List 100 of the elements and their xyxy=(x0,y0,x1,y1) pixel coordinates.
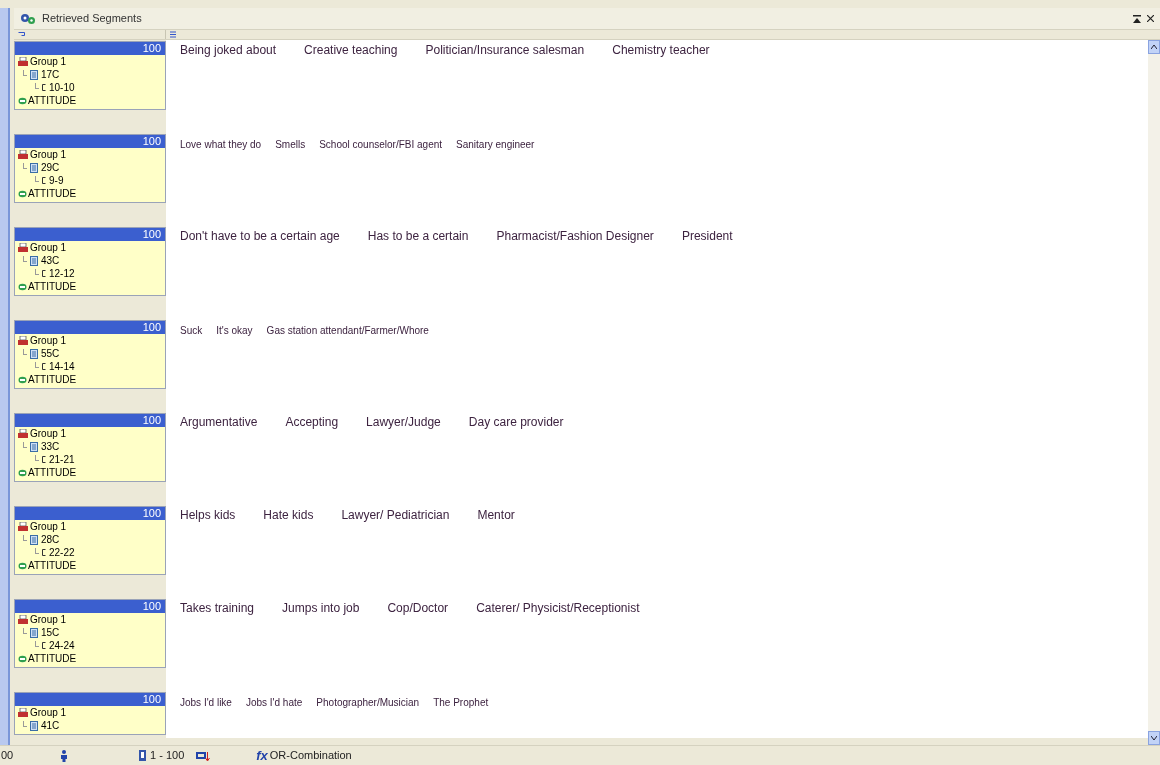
segment-text: Has to be a certain xyxy=(367,228,469,245)
segment-text: Pharmacist/Fashion Designer xyxy=(496,228,654,245)
weight-label: 100 xyxy=(142,42,161,55)
segment-text: Gas station attendant/Farmer/Whore xyxy=(266,324,429,338)
document-label: 17C xyxy=(41,68,60,81)
range-label: 14-14 xyxy=(49,360,75,373)
range-label: 21-21 xyxy=(49,453,75,466)
segment-text: Jobs I'd hate xyxy=(245,696,303,710)
printer-icon xyxy=(18,56,28,67)
scroll-up-button[interactable] xyxy=(1148,40,1160,54)
range-label: 9-9 xyxy=(49,174,64,187)
count-label: 00 xyxy=(0,748,15,764)
range-label: 10-10 xyxy=(49,81,75,94)
segment-info-card[interactable]: 100 Group 1 29C 9-9 ATTITUDE xyxy=(14,134,166,203)
range-status: 1 - 100 xyxy=(150,748,185,764)
segment-text: Don't have to be a certain age xyxy=(180,228,340,245)
code-icon xyxy=(18,375,27,384)
code-icon xyxy=(18,654,27,663)
code-label: ATTITUDE xyxy=(28,466,77,479)
group-label: Group 1 xyxy=(30,148,67,161)
segment-info-card[interactable]: 100 Group 1 33C 21-21 ATTITUDE xyxy=(14,413,166,482)
range-label: 12-12 xyxy=(49,267,75,280)
document-icon xyxy=(30,255,38,266)
code-label: ATTITUDE xyxy=(28,373,77,386)
document-label: 55C xyxy=(41,347,60,360)
filter-icon[interactable] xyxy=(138,750,147,761)
group-label: Group 1 xyxy=(30,427,67,440)
range-label: 24-24 xyxy=(49,639,75,652)
document-icon xyxy=(30,441,38,452)
segment-text: Photographer/Musician xyxy=(316,696,420,710)
code-icon xyxy=(18,282,27,291)
printer-icon xyxy=(18,521,28,532)
segment-text: Lawyer/Judge xyxy=(366,414,441,431)
segment-info-card[interactable]: 100 Group 1 28C 22-22 ATTITUDE xyxy=(14,506,166,575)
segment-text: School counselor/FBI agent xyxy=(319,138,443,152)
bracket-icon xyxy=(42,177,46,184)
code-icon xyxy=(18,468,27,477)
window-title: Retrieved Segments xyxy=(42,11,142,27)
segment-text: Hate kids xyxy=(263,507,314,524)
document-icon xyxy=(30,534,38,545)
document-icon xyxy=(30,348,38,359)
bracket-icon xyxy=(42,270,46,277)
bracket-icon xyxy=(42,84,46,91)
segment-text: Takes training xyxy=(180,600,255,617)
segment-text: Love what they do xyxy=(180,138,262,152)
printer-icon xyxy=(18,614,28,625)
code-icon xyxy=(18,561,27,570)
document-icon xyxy=(30,69,38,80)
code-label: ATTITUDE xyxy=(28,652,77,665)
bracket-icon xyxy=(42,363,46,370)
person-icon[interactable] xyxy=(60,749,68,762)
group-label: Group 1 xyxy=(30,520,67,533)
document-label: 29C xyxy=(41,161,60,174)
code-icon xyxy=(18,96,27,105)
document-label: 43C xyxy=(41,254,60,267)
group-label: Group 1 xyxy=(30,613,67,626)
bracket-icon xyxy=(42,642,46,649)
document-icon xyxy=(30,162,38,173)
group-label: Group 1 xyxy=(30,334,67,347)
segment-text: Smells xyxy=(275,138,306,152)
lines-icon[interactable] xyxy=(170,31,176,38)
segment-text: Jumps into job xyxy=(282,600,360,617)
code-label: ATTITUDE xyxy=(28,187,77,200)
segment-info-card[interactable]: 100 Group 1 17C 10-10 ATTITUDE xyxy=(14,41,166,110)
group-label: Group 1 xyxy=(30,706,67,719)
segment-text: Creative teaching xyxy=(304,42,398,59)
code-label: ATTITUDE xyxy=(28,94,77,107)
segment-text: The Prophet xyxy=(433,696,489,710)
printer-icon xyxy=(18,242,28,253)
code-label: ATTITUDE xyxy=(28,559,77,572)
weight-label: 100 xyxy=(142,321,161,334)
scroll-down-button[interactable] xyxy=(1148,731,1160,745)
document-label: 15C xyxy=(41,626,60,639)
segment-text: Accepting xyxy=(285,414,339,431)
segment-info-card[interactable]: 100 Group 1 15C 24-24 ATTITUDE xyxy=(14,599,166,668)
weight-label: 100 xyxy=(142,693,161,706)
minimize-icon[interactable] xyxy=(1133,14,1141,23)
segment-text: Cop/Doctor xyxy=(387,600,449,617)
printer-icon xyxy=(18,428,28,439)
combination-label: OR-Combination xyxy=(269,748,352,764)
bracket-icon xyxy=(42,456,46,463)
function-icon[interactable]: fx xyxy=(256,745,268,765)
segment-text: Helps kids xyxy=(180,507,236,524)
code-label: ATTITUDE xyxy=(28,280,77,293)
printer-icon xyxy=(18,335,28,346)
weight-label: 100 xyxy=(142,600,161,613)
export-icon[interactable] xyxy=(196,749,211,762)
code-icon xyxy=(18,189,27,198)
segment-text: Mentor xyxy=(477,507,515,524)
group-label: Group 1 xyxy=(30,55,67,68)
segment-info-card[interactable]: 100 Group 1 41C xyxy=(14,692,166,735)
group-label: Group 1 xyxy=(30,241,67,254)
segment-text: Caterer/ Physicist/Receptionist xyxy=(476,600,640,617)
document-label: 33C xyxy=(41,440,60,453)
column-header-icon[interactable] xyxy=(18,31,25,38)
segment-info-card[interactable]: 100 Group 1 43C 12-12 ATTITUDE xyxy=(14,227,166,296)
bracket-icon xyxy=(42,549,46,556)
segment-text: Argumentative xyxy=(180,414,258,431)
segment-info-card[interactable]: 100 Group 1 55C 14-14 ATTITUDE xyxy=(14,320,166,389)
close-icon[interactable] xyxy=(1147,15,1154,22)
